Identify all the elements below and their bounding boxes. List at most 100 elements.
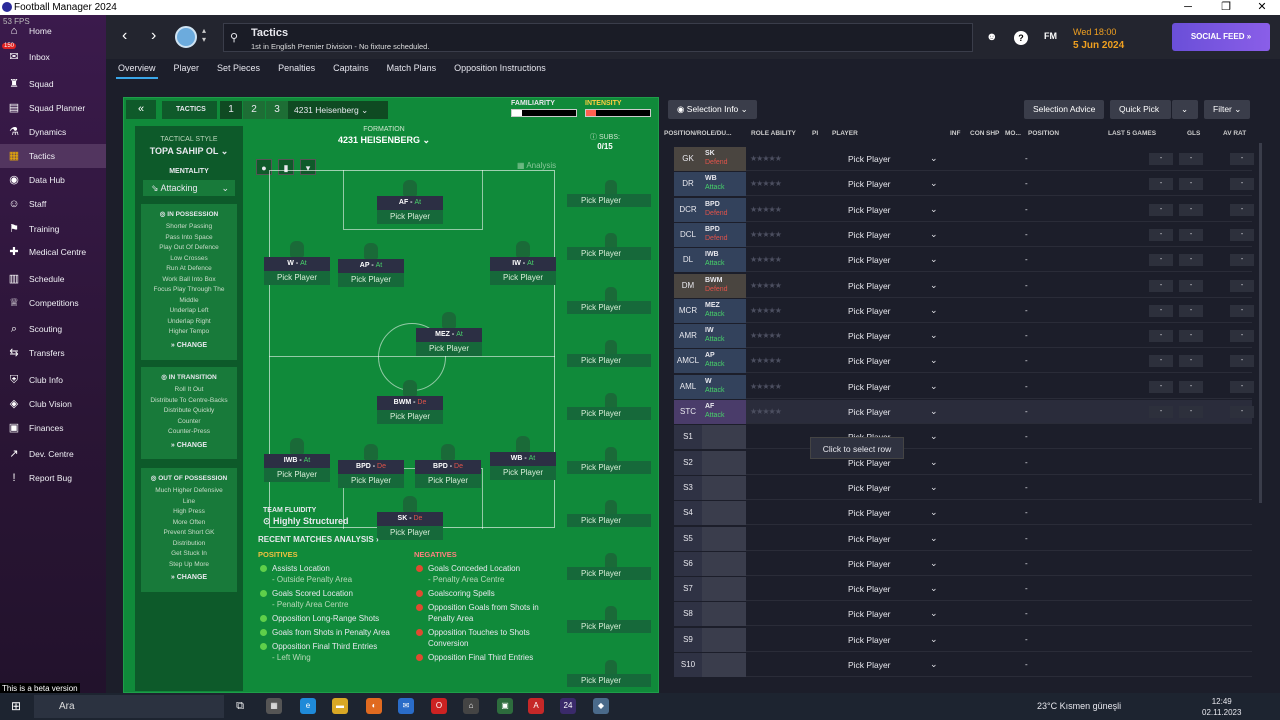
tactic-slot-1[interactable]: 1 xyxy=(220,101,242,119)
chevron-down-icon[interactable]: ⌄ xyxy=(930,280,938,291)
player-role-dropdown[interactable]: IWB - At xyxy=(264,454,330,468)
maximize-button[interactable]: ❐ xyxy=(1208,0,1244,15)
chevron-down-icon[interactable]: ⌄ xyxy=(930,634,938,645)
player-role-dropdown[interactable]: AF - At xyxy=(377,196,443,210)
pick-player-dropdown[interactable]: Pick Player xyxy=(264,468,330,482)
club-crest-icon[interactable] xyxy=(175,26,197,48)
sub-pick-player-dropdown[interactable]: Pick Player xyxy=(567,673,651,687)
fm-menu-button[interactable]: FM xyxy=(1044,31,1057,41)
column-header[interactable]: INF xyxy=(950,130,960,137)
player-slot-sk[interactable]: SK - De Pick Player xyxy=(377,496,443,540)
manager-avatar-icon[interactable]: ☻ xyxy=(986,31,998,43)
out-of-possession-change-button[interactable]: » CHANGE xyxy=(141,574,237,581)
selection-advice-button[interactable]: Selection Advice xyxy=(1024,100,1105,119)
chevron-down-icon[interactable]: ⌄ xyxy=(930,204,938,215)
pick-player-dropdown[interactable]: Pick Player xyxy=(338,474,404,488)
player-slot-bpd[interactable]: BPD - De Pick Player xyxy=(415,444,481,488)
row-pick-player[interactable]: Pick Player xyxy=(848,356,891,366)
tactical-style-dropdown[interactable]: TOPA SAHIP OL ⌄ xyxy=(135,146,243,157)
tab-penalties[interactable]: Penalties xyxy=(276,59,317,79)
pick-player-dropdown[interactable]: Pick Player xyxy=(264,271,330,285)
analysis-button[interactable]: ▦ Analysis xyxy=(517,161,556,170)
player-role-dropdown[interactable]: BWM - De xyxy=(377,396,443,410)
formation-dropdown[interactable]: 4231 HEISENBERG ⌄ xyxy=(324,135,444,146)
windows-start-icon[interactable]: ⊞ xyxy=(8,698,24,714)
squad-row-amr[interactable]: AMR IW Attack ★★★★★ Pick Player ⌄ - - - - xyxy=(674,324,1254,349)
row-role-dropdown[interactable]: W Attack xyxy=(702,374,746,399)
filter-dropdown[interactable]: Filter ⌄ xyxy=(1204,100,1251,119)
player-role-dropdown[interactable]: W - At xyxy=(264,257,330,271)
row-role-dropdown[interactable]: AP Attack xyxy=(702,349,746,374)
sidebar-item-squad-planner[interactable]: ▤ Squad Planner xyxy=(0,96,106,120)
sidebar-item-finances[interactable]: ▣ Finances xyxy=(0,416,106,440)
sub-pick-player-dropdown[interactable]: Pick Player xyxy=(567,194,651,207)
tab-overview[interactable]: Overview xyxy=(116,59,158,79)
sidebar-item-competitions[interactable]: ♕ Competitions xyxy=(0,291,106,315)
forward-arrow-icon[interactable]: › xyxy=(151,27,156,45)
column-header[interactable]: LAST 5 GAMES xyxy=(1108,130,1156,137)
sidebar-item-data-hub[interactable]: ◉ Data Hub xyxy=(0,168,106,192)
chevron-down-icon[interactable]: ⌄ xyxy=(930,608,938,619)
chevron-down-icon[interactable]: ⌄ xyxy=(930,431,938,442)
chevron-down-icon[interactable]: ⌄ xyxy=(930,406,938,417)
row-pick-player[interactable]: Pick Player xyxy=(848,179,891,189)
player-role-dropdown[interactable]: WB - At xyxy=(490,452,556,466)
row-role-dropdown[interactable]: MEZ Attack xyxy=(702,298,746,323)
chevron-down-icon[interactable]: ⌄ xyxy=(930,507,938,518)
opera-icon[interactable]: O xyxy=(431,698,447,714)
player-slot-bwm[interactable]: BWM - De Pick Player xyxy=(377,380,443,424)
chevron-down-icon[interactable]: ⌄ xyxy=(930,355,938,366)
row-pick-player[interactable]: Pick Player xyxy=(848,382,891,392)
column-header[interactable]: SHP xyxy=(986,130,999,137)
file-explorer-icon[interactable]: ▬ xyxy=(332,698,348,714)
squad-row-s4[interactable]: S4 Pick Player ⌄ - xyxy=(674,501,1252,526)
chevron-down-icon[interactable]: ⌄ xyxy=(930,457,938,468)
player-role-dropdown[interactable]: MEZ - At xyxy=(416,328,482,342)
firefox-icon[interactable]: ◐ xyxy=(366,698,382,714)
player-role-dropdown[interactable]: BPD - De xyxy=(415,460,481,474)
sidebar-item-club-info[interactable]: ⛨ Club Info xyxy=(0,368,106,392)
squad-row-s10[interactable]: S10 Pick Player ⌄ - xyxy=(674,653,1252,677)
tab-match-plans[interactable]: Match Plans xyxy=(385,59,439,79)
player-role-dropdown[interactable]: SK - De xyxy=(377,512,443,526)
squad-row-s5[interactable]: S5 Pick Player ⌄ - xyxy=(674,526,1252,551)
pick-player-dropdown[interactable]: Pick Player xyxy=(416,342,482,356)
home-app-icon[interactable]: ⌂ xyxy=(463,698,479,714)
fm24-taskbar-icon[interactable]: 24 xyxy=(560,698,576,714)
squad-row-s8[interactable]: S8 Pick Player ⌄ - xyxy=(674,602,1252,627)
row-pick-player[interactable]: Pick Player xyxy=(848,407,891,417)
row-pick-player[interactable]: Pick Player xyxy=(848,154,891,164)
sidebar-item-transfers[interactable]: ⇆ Transfers xyxy=(0,341,106,365)
column-header[interactable]: POSITION xyxy=(1028,130,1059,137)
pick-player-dropdown[interactable]: Pick Player xyxy=(490,271,556,285)
row-pick-player[interactable]: Pick Player xyxy=(848,331,891,341)
sub-pick-player-dropdown[interactable]: Pick Player xyxy=(567,460,651,474)
chevron-down-icon[interactable]: ⌄ xyxy=(930,533,938,544)
squad-row-s3[interactable]: S3 Pick Player ⌄ - xyxy=(674,475,1252,500)
column-header[interactable]: PI xyxy=(812,130,818,137)
help-icon[interactable]: ? xyxy=(1014,31,1028,45)
tactic-slot-3[interactable]: 3 xyxy=(266,101,288,119)
pick-player-dropdown[interactable]: Pick Player xyxy=(338,273,404,287)
row-pick-player[interactable]: Pick Player xyxy=(848,635,891,645)
column-header[interactable]: CON xyxy=(970,130,984,137)
sub-pick-player-dropdown[interactable]: Pick Player xyxy=(567,513,651,527)
row-role-dropdown[interactable]: IWB Attack xyxy=(702,248,746,273)
player-slot-ap[interactable]: AP - At Pick Player xyxy=(338,243,404,287)
table-scrollbar[interactable] xyxy=(1259,143,1262,503)
sidebar-item-staff[interactable]: ☺ Staff xyxy=(0,192,106,216)
header-search-box[interactable]: ⚲ Tactics 1st in English Premier Divisio… xyxy=(223,23,973,52)
chevron-down-icon[interactable]: ⌄ xyxy=(930,305,938,316)
squad-row-dl[interactable]: DL IWB Attack ★★★★★ Pick Player ⌄ - - - - xyxy=(674,248,1254,273)
player-slot-wb[interactable]: WB - At Pick Player xyxy=(490,436,556,480)
task-view-icon[interactable]: ⧉ xyxy=(232,698,248,714)
sub-pick-player-dropdown[interactable]: Pick Player xyxy=(567,353,651,367)
quick-pick-dropdown-icon[interactable]: ⌄ xyxy=(1172,100,1198,119)
squad-row-s2[interactable]: S2 Pick Player ⌄ - xyxy=(674,450,1252,475)
player-slot-bpd[interactable]: BPD - De Pick Player xyxy=(338,444,404,488)
pick-player-dropdown[interactable]: Pick Player xyxy=(377,210,443,224)
sidebar-item-medical-centre[interactable]: ✚ Medical Centre xyxy=(0,240,106,264)
tab-set-pieces[interactable]: Set Pieces xyxy=(215,59,262,79)
squad-row-dr[interactable]: DR WB Attack ★★★★★ Pick Player ⌄ - - - - xyxy=(674,172,1254,197)
squad-row-dm[interactable]: DM BWM Defend ★★★★★ Pick Player ⌄ - - - - xyxy=(674,273,1254,298)
